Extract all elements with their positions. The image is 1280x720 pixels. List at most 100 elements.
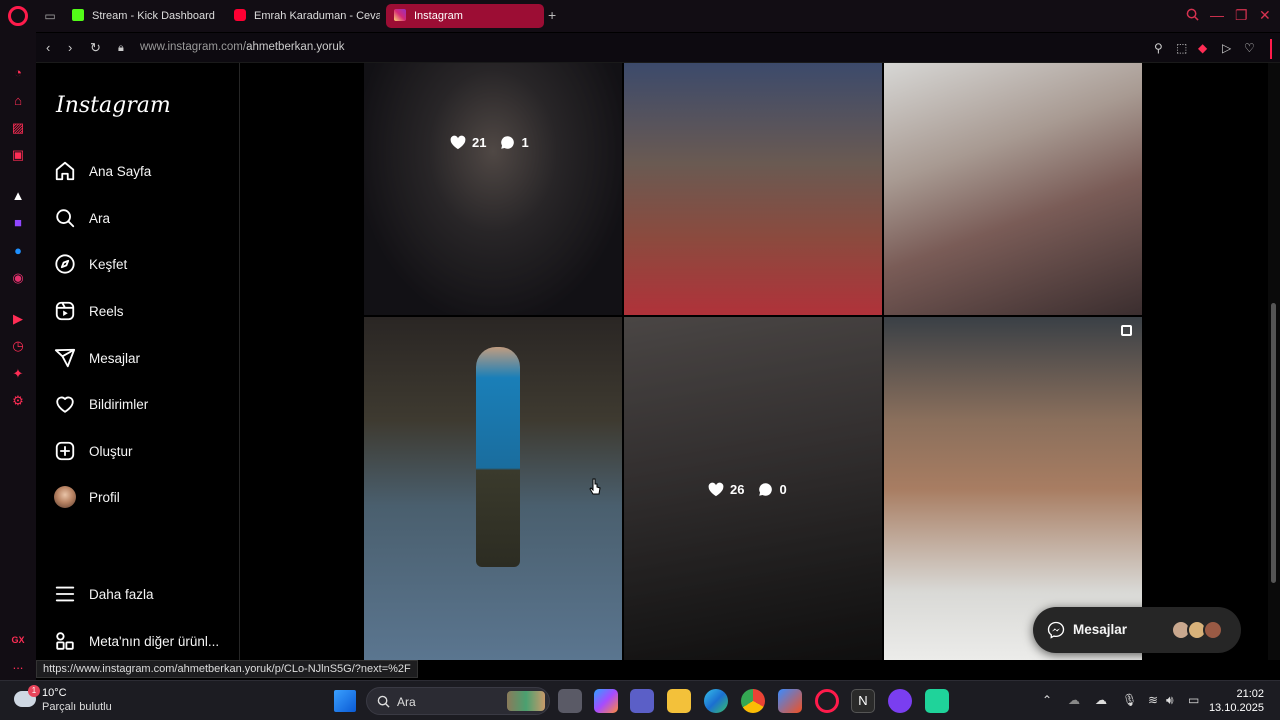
heart-icon xyxy=(56,396,74,413)
tab-switcher-icon[interactable]: ▭ xyxy=(42,8,58,24)
teams-icon[interactable] xyxy=(630,689,654,713)
post-stats: 26 0 xyxy=(708,482,787,497)
player-icon[interactable]: ▶ xyxy=(10,311,26,327)
nav-create[interactable]: Oluştur xyxy=(54,439,133,463)
nav-home[interactable]: Ana Sayfa xyxy=(54,159,151,183)
minimize-button[interactable]: — xyxy=(1210,8,1224,22)
chrome-icon[interactable] xyxy=(741,689,765,713)
forward-button[interactable]: › xyxy=(68,41,72,55)
wifi-icon[interactable]: ≋ xyxy=(1148,693,1158,707)
nav-notifications[interactable]: Bildirimler xyxy=(54,392,148,416)
cloud-icon[interactable]: ☁ xyxy=(1095,693,1107,707)
url-path: ahmetberkan.yoruk xyxy=(246,41,345,53)
opera-sidebar: ◔ ⌂ ▨ ▣ ▲ ■ ● ◉ ▶ ◷ ✦ ⚙ GX ... xyxy=(0,32,36,687)
taskbar-search[interactable]: Ara xyxy=(366,687,550,715)
comments-stat: 1 xyxy=(500,135,529,150)
opera-gx-icon[interactable] xyxy=(815,689,839,713)
file-explorer-icon[interactable] xyxy=(667,689,691,713)
tab-label: Instagram xyxy=(414,10,463,22)
menu-hamburger-icon xyxy=(55,586,75,602)
new-tab-button[interactable]: + xyxy=(548,8,562,22)
comments-count: 0 xyxy=(779,482,787,497)
windows-start-icon[interactable] xyxy=(334,690,356,712)
close-button[interactable]: ✕ xyxy=(1259,8,1271,22)
snapshot-icon[interactable]: ⬚ xyxy=(1176,41,1187,55)
instagram-sidebar-icon[interactable]: ◉ xyxy=(10,270,26,286)
discord-bot-icon[interactable] xyxy=(925,689,949,713)
volume-icon[interactable]: 🔊︎ xyxy=(1166,693,1174,708)
send-flow-icon[interactable]: ▷ xyxy=(1222,41,1231,55)
nav-meta-products[interactable]: Meta'nın diğer ürünl... xyxy=(54,629,219,653)
nav-label: Meta'nın diğer ürünl... xyxy=(89,633,220,649)
news-icon[interactable]: ▨ xyxy=(10,120,26,136)
instagram-logo[interactable]: Instagram xyxy=(56,93,171,118)
messenger-icon[interactable]: ● xyxy=(10,243,26,259)
comment-filled-icon xyxy=(759,483,773,496)
task-view-icon[interactable] xyxy=(558,689,582,713)
search-highlight-image xyxy=(507,691,545,711)
speed-dial-icon[interactable]: ◔ xyxy=(10,65,26,81)
microsoft-store-icon[interactable] xyxy=(778,689,802,713)
more-icon[interactable]: ... xyxy=(10,657,26,673)
opera-logo-icon[interactable] xyxy=(8,6,28,26)
post-thumbnail[interactable]: 21 1 xyxy=(364,63,622,315)
kick-sidebar-icon[interactable]: ▲ xyxy=(10,188,26,204)
nav-label: Keşfet xyxy=(89,256,128,272)
url-field[interactable]: www.instagram.com/ahmetberkan.yoruk xyxy=(140,41,345,53)
nav-profile[interactable]: Profil xyxy=(54,485,120,509)
nav-messages[interactable]: Mesajlar xyxy=(54,346,140,370)
nav-more[interactable]: Daha fazla xyxy=(54,582,154,606)
back-button[interactable]: ‹ xyxy=(46,41,50,55)
battery-icon[interactable]: ▭ xyxy=(1188,693,1199,707)
maximize-button[interactable]: ❐ xyxy=(1235,8,1248,22)
nav-explore[interactable]: Keşfet xyxy=(54,252,127,276)
tab-instagram[interactable]: Instagram xyxy=(386,4,544,28)
reload-button[interactable]: ↻ xyxy=(90,41,101,55)
twitch-icon[interactable]: ■ xyxy=(10,215,26,231)
nav-search[interactable]: Ara xyxy=(54,206,110,230)
nav-label: Reels xyxy=(89,303,124,319)
messages-button[interactable]: Mesajlar xyxy=(1033,607,1241,653)
create-plus-icon xyxy=(55,441,75,461)
nav-label: Ara xyxy=(89,210,111,226)
comments-count: 1 xyxy=(521,135,529,150)
notion-icon[interactable]: N xyxy=(851,689,875,713)
kick-icon xyxy=(72,9,84,21)
app-icon[interactable] xyxy=(888,689,912,713)
post-thumbnail[interactable] xyxy=(884,63,1142,315)
avatar xyxy=(54,486,76,508)
tray-overflow-icon[interactable]: ⌃ xyxy=(1042,693,1052,707)
post-thumbnail[interactable] xyxy=(624,63,882,315)
pin-icon[interactable]: ⚲ xyxy=(1154,41,1163,55)
settings-icon[interactable]: ⚙ xyxy=(10,393,26,409)
extensions-icon[interactable]: ✦ xyxy=(10,366,26,382)
post-thumbnail[interactable] xyxy=(364,317,622,660)
address-bar: ‹ › ↻ 🔒︎ www.instagram.com/ahmetberkan.y… xyxy=(36,33,1280,63)
person-figure xyxy=(476,347,520,567)
messages-label: Mesajlar xyxy=(1073,622,1128,637)
search-tabs-icon[interactable] xyxy=(1186,8,1199,23)
weather-badge: 1 xyxy=(28,685,40,697)
tab-youtube[interactable]: Emrah Karaduman - Cevap xyxy=(226,4,380,28)
youtube-icon xyxy=(234,9,246,21)
music-player-icon[interactable]: ▣ xyxy=(10,147,26,163)
scrollbar-thumb[interactable] xyxy=(1271,303,1276,583)
mouse-cursor-icon xyxy=(589,478,601,495)
tab-kick[interactable]: Stream - Kick Dashboard xyxy=(64,4,224,28)
system-clock[interactable]: 21:02 13.10.2025 xyxy=(1209,687,1264,715)
likes-count: 26 xyxy=(730,482,745,497)
onedrive-icon[interactable]: ☁ xyxy=(1068,693,1080,707)
post-thumbnail[interactable]: 26 0 xyxy=(624,317,882,660)
nav-label: Daha fazla xyxy=(89,586,154,602)
nav-label: Profil xyxy=(89,489,120,505)
gx-corner-icon[interactable]: ⌂ xyxy=(10,93,26,109)
microphone-icon[interactable]: 🎙︎ xyxy=(1122,693,1137,707)
bookmark-heart-icon[interactable]: ♡ xyxy=(1244,41,1255,55)
gx-control-icon[interactable]: GX xyxy=(10,632,26,648)
edge-icon[interactable] xyxy=(704,689,728,713)
copilot-icon[interactable] xyxy=(594,689,618,713)
nav-reels[interactable]: Reels xyxy=(54,299,124,323)
history-icon[interactable]: ◷ xyxy=(10,338,26,354)
pocket-icon[interactable]: ◆ xyxy=(1198,41,1207,55)
page-scrollbar[interactable] xyxy=(1268,63,1280,660)
